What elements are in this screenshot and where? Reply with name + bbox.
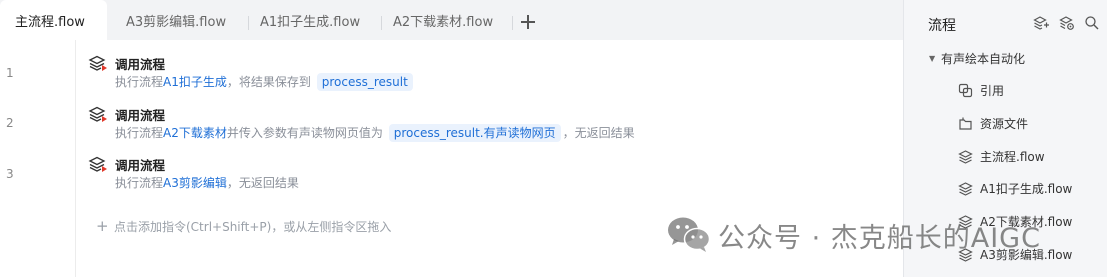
group-label: 有声绘本自动化 [941, 52, 1026, 66]
tab-label: A2下载素材.flow [393, 15, 494, 30]
desc-text: 执行流程 [115, 176, 164, 190]
line-gutter: 1 2 3 [0, 40, 76, 277]
reference-icon [958, 83, 973, 98]
tab-label: A1扣子生成.flow [260, 15, 361, 30]
tab-label: 主流程.flow [15, 15, 85, 30]
step-call-flow-2[interactable]: 调用流程 执行流程A2下载素材并传入参数有声读物网页值为 process_res… [88, 105, 888, 144]
step-description: 执行流程A2下载素材并传入参数有声读物网页值为 process_result.有… [115, 122, 635, 144]
app-window: 主流程.flow A3剪影编辑.flow A1扣子生成.flow A2下载素材.… [0, 0, 1107, 277]
flow-link[interactable]: A1扣子生成 [163, 75, 227, 89]
resource-file-icon [959, 117, 972, 130]
search-icon[interactable] [1084, 15, 1100, 31]
step-call-flow-1[interactable]: 调用流程 执行流程A1扣子生成，将结果保存到 process_result [88, 54, 888, 93]
desc-text: ，无返回结果 [226, 176, 299, 190]
add-flow-icon[interactable] [1033, 15, 1049, 31]
tab-main-flow[interactable]: 主流程.flow [0, 0, 107, 40]
tab-a2-flow[interactable]: A2下载素材.flow [393, 0, 493, 40]
line-number: 1 [6, 66, 14, 80]
tree-item-label: 引用 [980, 84, 1005, 98]
layers-icon [88, 106, 107, 122]
layers-icon [88, 156, 107, 172]
watermark-text: 公众号 · 杰克船长的AIGC [718, 223, 1041, 254]
desc-text: ，将结果保存到 [226, 75, 311, 89]
caret-down-icon: ▼ [929, 54, 936, 63]
flow-link[interactable]: A2下载素材 [163, 126, 227, 140]
panel-title: 流程 [928, 18, 956, 34]
plus-icon: + [96, 217, 109, 235]
step-description: 执行流程A3剪影编辑，无返回结果 [115, 172, 299, 194]
tab-divider [381, 16, 382, 30]
tree-item-label: 主流程.flow [980, 150, 1045, 164]
tab-divider [248, 16, 249, 30]
step-call-flow-3[interactable]: 调用流程 执行流程A3剪影编辑，无返回结果 [88, 155, 888, 191]
desc-text: 执行流程 [115, 126, 164, 140]
tab-divider [512, 16, 513, 30]
variable-chip[interactable]: process_result.有声读物网页 [388, 124, 561, 142]
desc-text: 并传入参数有声读物网页值为 [226, 126, 383, 140]
settings-flow-icon[interactable] [1059, 15, 1075, 31]
tab-a3-flow[interactable]: A3剪影编辑.flow [126, 0, 226, 40]
add-instruction-hint[interactable]: + 点击添加指令(Ctrl+Shift+P)，或从左侧指令区拖入 [96, 217, 391, 235]
tab-label: A3剪影编辑.flow [126, 15, 227, 30]
plus-icon[interactable] [519, 12, 539, 32]
tab-bar: 主流程.flow A3剪影编辑.flow A1扣子生成.flow A2下载素材.… [0, 0, 903, 40]
line-number: 2 [6, 116, 14, 130]
flow-link[interactable]: A3剪影编辑 [163, 176, 227, 190]
tree-item-label: 资源文件 [980, 117, 1029, 131]
variable-chip[interactable]: process_result [316, 73, 413, 91]
step-description: 执行流程A1扣子生成，将结果保存到 process_result [115, 71, 415, 93]
tree-item-label: A1扣子生成.flow [980, 182, 1073, 196]
tab-a1-flow[interactable]: A1扣子生成.flow [260, 0, 360, 40]
desc-text: 执行流程 [115, 75, 164, 89]
flow-icon [958, 182, 973, 196]
tree-group-project[interactable]: ▼ 有声绘本自动化 [929, 50, 1025, 67]
layers-icon [88, 55, 107, 71]
line-number: 3 [6, 167, 14, 181]
wechat-icon [668, 217, 711, 252]
add-hint-text: 点击添加指令(Ctrl+Shift+P)，或从左侧指令区拖入 [114, 220, 392, 234]
flow-icon [958, 150, 973, 164]
desc-text: ，无返回结果 [562, 126, 635, 140]
